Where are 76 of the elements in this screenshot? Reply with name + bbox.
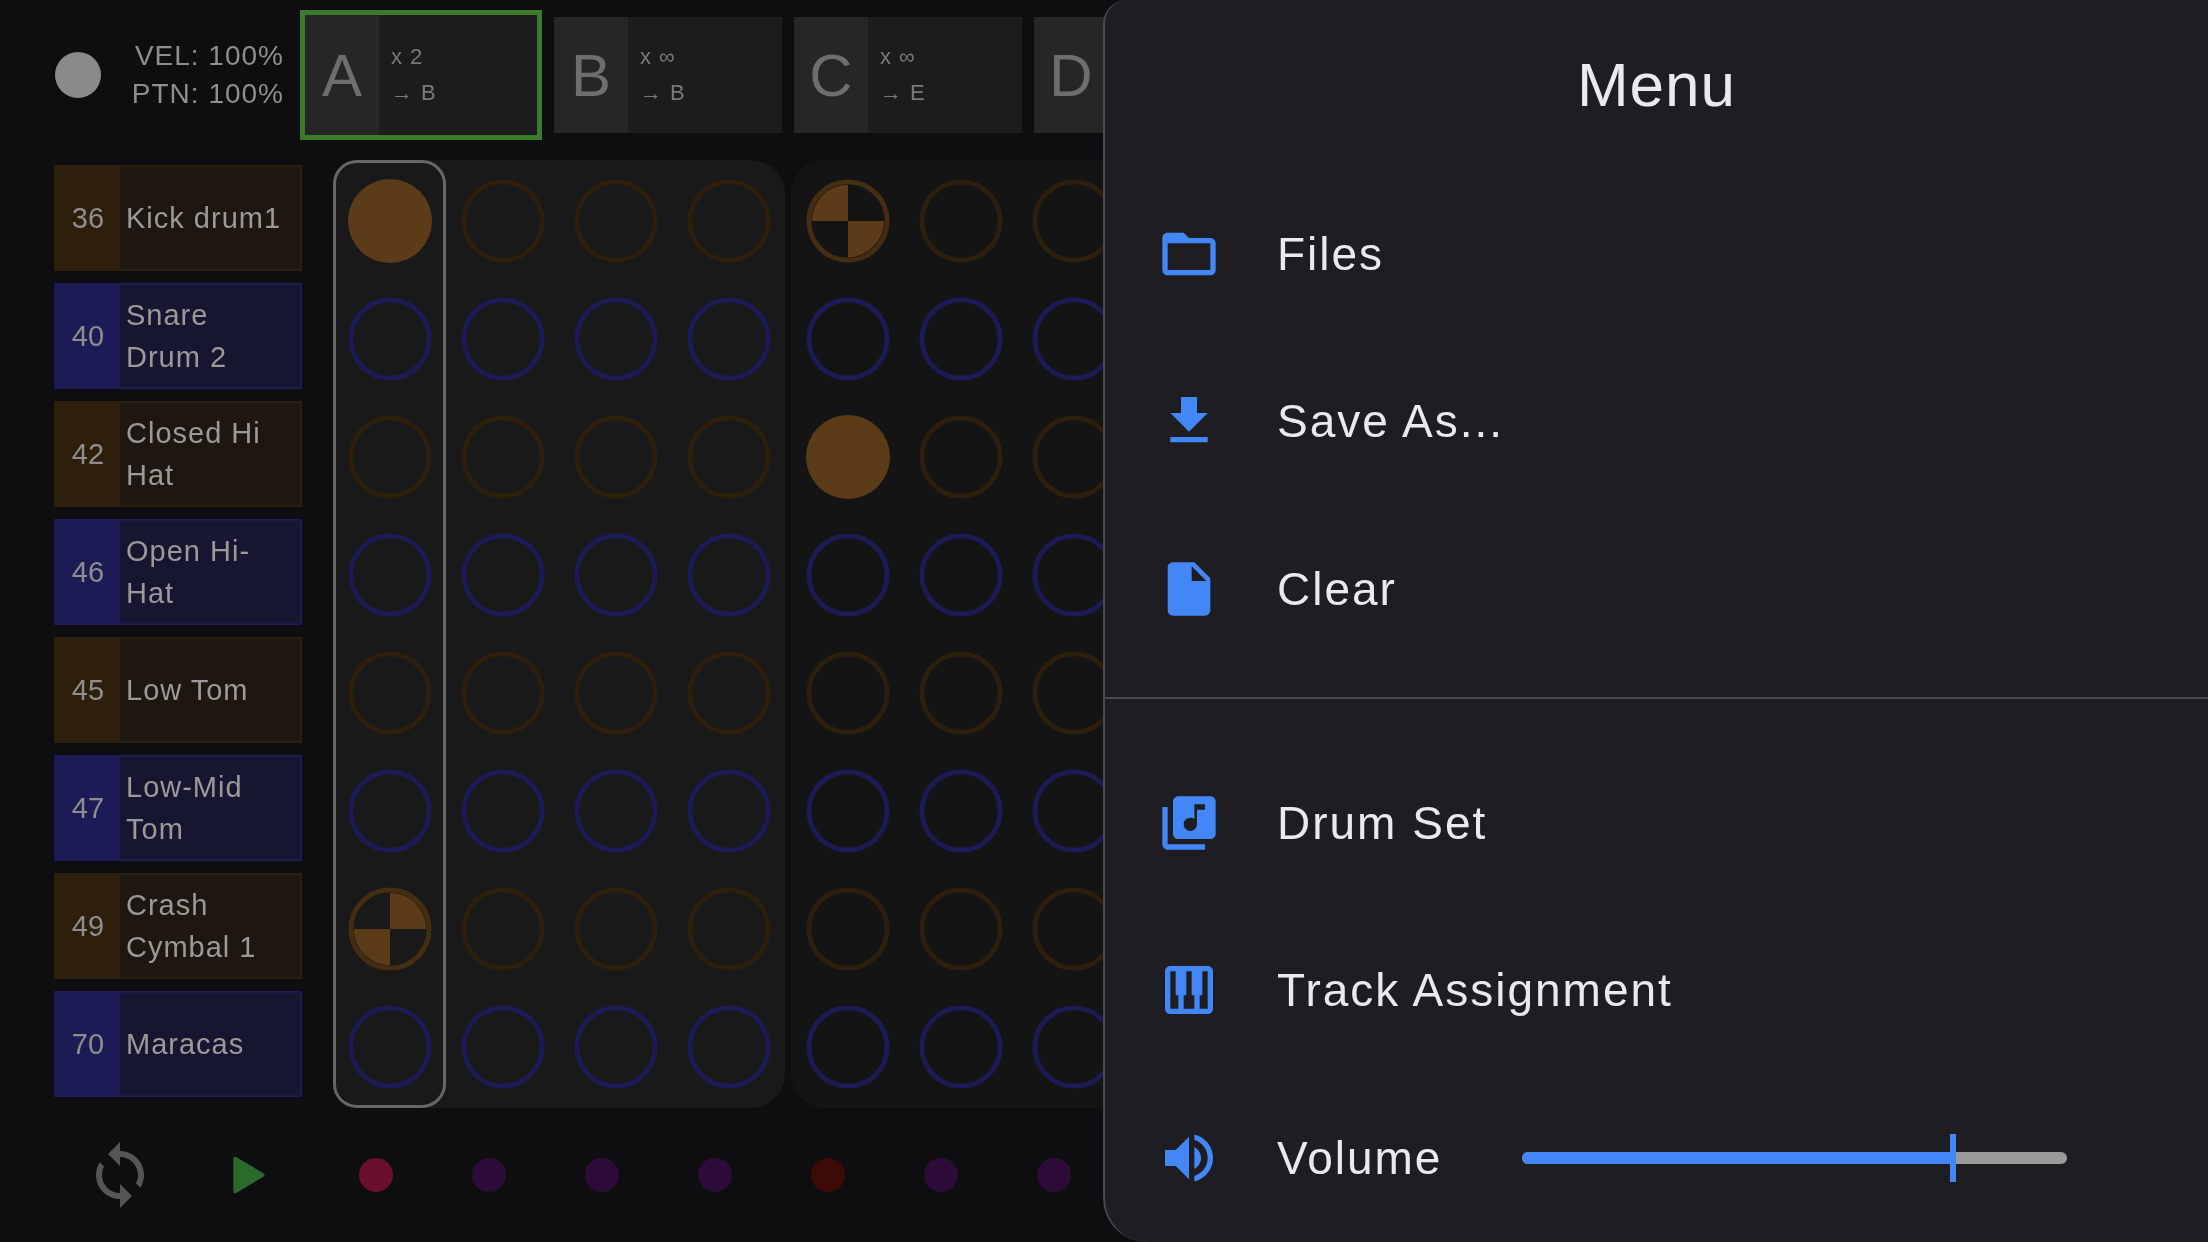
step-cell[interactable] — [458, 531, 547, 619]
step-cell[interactable] — [803, 885, 892, 973]
step-cell[interactable] — [916, 177, 1005, 265]
step-cell[interactable] — [684, 1003, 773, 1091]
step-cell[interactable] — [803, 531, 892, 619]
pattern-tab[interactable]: A x 2 → B — [300, 10, 542, 140]
step-cell[interactable] — [803, 767, 892, 855]
track-number: 49 — [56, 875, 120, 977]
pattern-next: → E — [880, 79, 926, 107]
track-number: 70 — [56, 993, 120, 1095]
track-name: Snare Drum 2 — [126, 298, 229, 375]
pattern-next: → B — [391, 79, 437, 107]
volume-slider[interactable] — [1522, 1134, 2067, 1183]
track-button[interactable]: 36 Kick drum1 — [54, 165, 302, 271]
menu-item[interactable]: Drum Set — [1105, 738, 2208, 907]
track-number: 36 — [56, 167, 120, 269]
step-cell[interactable] — [916, 295, 1005, 383]
step-cell[interactable] — [916, 885, 1005, 973]
pattern-level-label: PTN: 100% — [131, 77, 284, 111]
step-cell[interactable] — [458, 295, 547, 383]
step-cell[interactable] — [571, 295, 660, 383]
pattern-letter: B — [554, 17, 628, 133]
track-name: Maracas — [126, 1027, 246, 1062]
step-cell[interactable] — [458, 1003, 547, 1091]
menu-item[interactable]: Clear — [1105, 505, 2208, 673]
volume-label: Volume — [1277, 1131, 1444, 1186]
step-cell[interactable] — [803, 1003, 892, 1091]
step-cell[interactable] — [803, 177, 892, 265]
track-name: Open Hi-Hat — [126, 534, 252, 611]
pattern-repeat: x 2 — [391, 43, 425, 71]
step-cell[interactable] — [803, 413, 892, 501]
track-button[interactable]: 45 Low Tom — [54, 637, 302, 743]
track-name: Low Tom — [126, 673, 250, 708]
track-number: 46 — [56, 521, 120, 623]
pattern-tab[interactable]: B x ∞ → B — [554, 17, 782, 133]
step-cell[interactable] — [916, 767, 1005, 855]
step-cell[interactable] — [916, 1003, 1005, 1091]
pattern-repeat: x ∞ — [880, 43, 917, 71]
pattern-repeat: x ∞ — [640, 43, 677, 71]
step-cell[interactable] — [684, 531, 773, 619]
step-cell[interactable] — [803, 649, 892, 737]
menu-title: Menu — [1575, 49, 1738, 122]
step-cell[interactable] — [345, 177, 434, 265]
menu-item[interactable]: Files — [1105, 169, 2208, 338]
step-cell[interactable] — [571, 767, 660, 855]
step-cell[interactable] — [571, 531, 660, 619]
track-number: 42 — [56, 403, 120, 505]
pattern-tab[interactable]: C x ∞ → E — [794, 17, 1022, 133]
step-cell[interactable] — [458, 767, 547, 855]
track-name: Kick drum1 — [126, 201, 283, 236]
step-cell[interactable] — [916, 531, 1005, 619]
pattern-letter: A — [305, 15, 379, 135]
track-name: Crash Cymbal 1 — [126, 888, 258, 965]
velocity-label: VEL: 100% — [134, 39, 284, 73]
step-cell[interactable] — [345, 767, 434, 855]
step-cell[interactable] — [916, 649, 1005, 737]
pattern-next: → B — [640, 79, 686, 107]
track-number: 40 — [56, 285, 120, 387]
menu-item[interactable]: Save As... — [1105, 337, 2208, 506]
menu-item[interactable]: Track Assignment — [1105, 906, 2208, 1075]
step-cell[interactable] — [684, 767, 773, 855]
step-cell[interactable] — [345, 295, 434, 383]
step-cell[interactable] — [345, 885, 434, 973]
step-cell[interactable] — [571, 1003, 660, 1091]
step-cell[interactable] — [684, 295, 773, 383]
step-cell[interactable] — [345, 531, 434, 619]
pattern-letter: C — [794, 17, 868, 133]
track-number: 47 — [56, 757, 120, 859]
step-cell[interactable] — [345, 1003, 434, 1091]
step-cell[interactable] — [916, 413, 1005, 501]
track-number: 45 — [56, 639, 120, 741]
track-name: Low-Mid Tom — [126, 770, 244, 847]
step-cell[interactable] — [803, 295, 892, 383]
track-button[interactable]: 70 Maracas — [54, 991, 302, 1097]
track-name: Closed Hi Hat — [126, 416, 262, 493]
status-dot-icon — [55, 52, 101, 98]
